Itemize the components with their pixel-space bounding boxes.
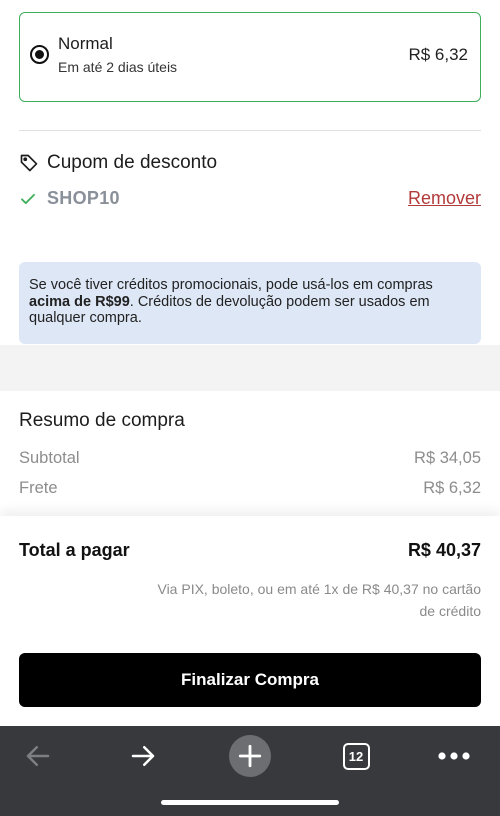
remove-coupon-link[interactable]: Remover [408,188,481,209]
info-text: Se você tiver créditos promocionais, pod… [29,277,433,293]
shipping-option-eta: Em até 2 dias úteis [58,59,178,75]
shipping-fee-value: R$ 6,32 [423,479,481,497]
payment-note: Via PIX, boleto, ou em até 1x de R$ 40,3… [157,581,481,619]
shipping-radio-selected[interactable] [30,45,49,64]
section-divider [19,130,481,131]
applied-coupon-row: SHOP10 Remover [19,186,481,212]
forward-button[interactable] [121,734,165,778]
subtotal-value: R$ 34,05 [414,449,481,467]
new-tab-button[interactable] [228,734,272,778]
new-tab-plus-icon [229,735,271,777]
home-indicator [161,800,339,805]
shipping-row: Frete R$ 6,32 [19,479,481,501]
more-options-icon [438,752,470,760]
shipping-option-price: R$ 6,32 [408,45,468,64]
summary-title: Resumo de compra [19,410,185,431]
shipping-option-card[interactable]: Normal Em até 2 dias úteis R$ 6,32 [19,12,481,102]
back-arrow-icon [26,746,50,766]
coupon-header: Cupom de desconto [19,150,217,176]
more-options-button[interactable] [432,734,476,778]
coupon-title: Cupom de desconto [47,152,218,173]
shipping-fee-label: Frete [19,479,58,497]
subtotal-label: Subtotal [19,449,80,467]
tab-switcher-icon: 12 [342,742,370,770]
back-button[interactable] [16,734,60,778]
tab-switcher-button[interactable]: 12 [334,734,378,778]
check-icon [21,193,35,205]
total-value: R$ 40,37 [407,540,481,560]
info-text-bold: acima de R$99 [29,293,130,310]
checkout-footer: Total a pagar R$ 40,37 Via PIX, boleto, … [0,516,500,726]
browser-toolbar: 12 [0,726,500,816]
shipping-option-name: Normal [58,34,113,53]
checkout-button[interactable]: Finalizar Compra [19,653,481,707]
section-separator-band [0,345,500,391]
total-label: Total a pagar [19,540,130,560]
promo-credits-info-box: Se você tiver créditos promocionais, pod… [19,262,481,344]
tag-icon [20,154,38,172]
forward-arrow-icon [131,746,155,766]
coupon-code: SHOP10 [47,188,120,208]
subtotal-row: Subtotal R$ 34,05 [19,449,481,471]
